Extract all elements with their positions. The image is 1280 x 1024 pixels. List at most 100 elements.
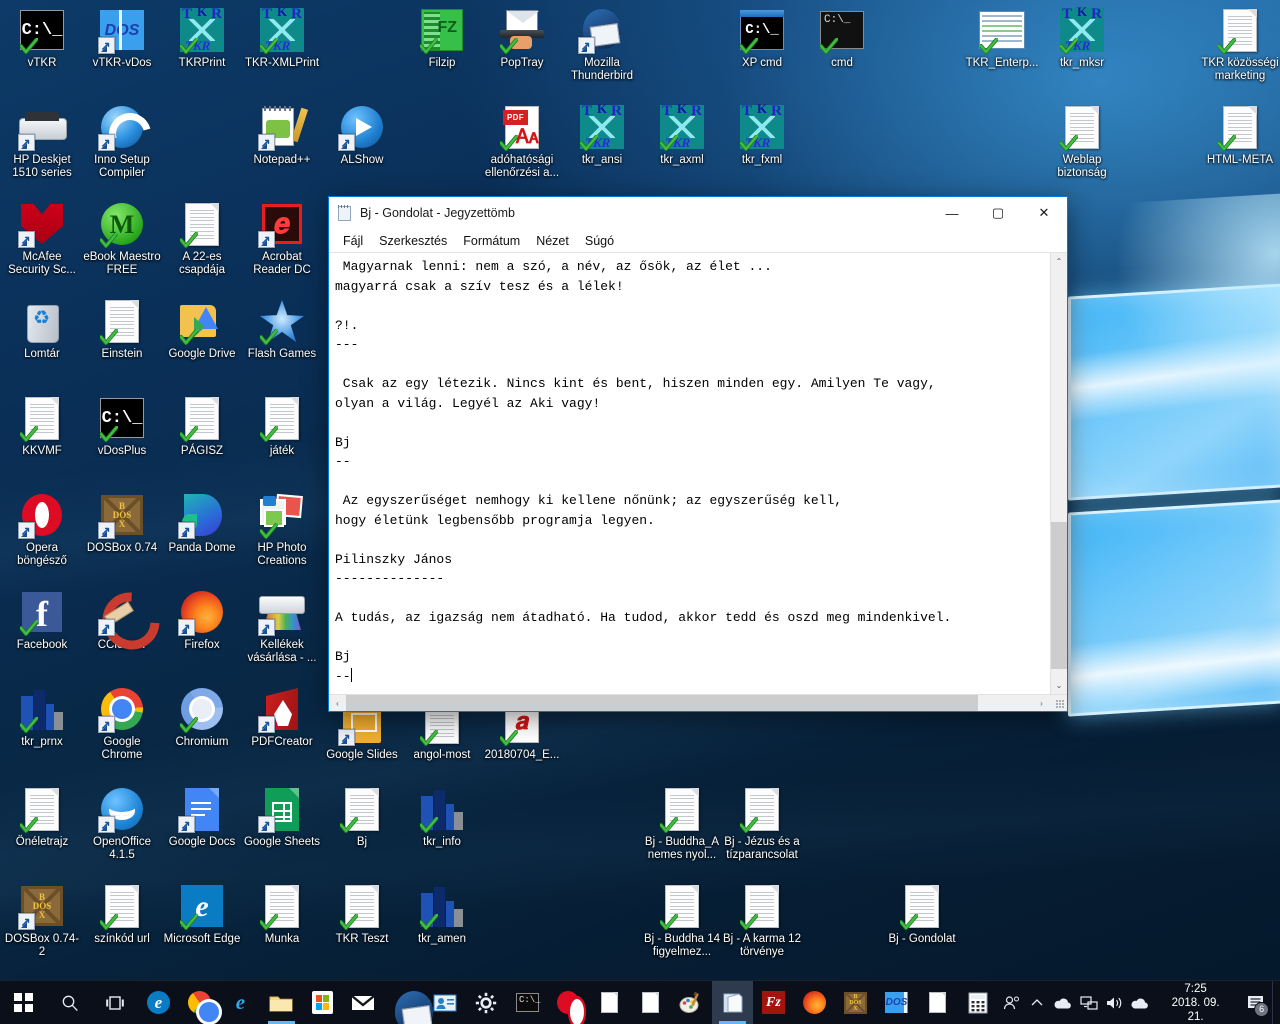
taskbar[interactable]: e e C:\_ Fz B DOS X DOS 7:25 2018. 09. 2… — [0, 980, 1280, 1024]
desktop-icon-pdfcreator[interactable]: ↗ PDFCreator — [242, 685, 322, 749]
taskbar-button-internet-explorer[interactable]: e — [220, 981, 261, 1024]
system-tray[interactable]: 7:25 2018. 09. 21. 6 — [999, 980, 1280, 1024]
desktop-icon-filzip[interactable]: Filzip — [402, 6, 482, 70]
desktop-icon-tkr-mksr[interactable]: T K R TKR tkr_mksr — [1042, 5, 1122, 70]
desktop-icon-microsoft-edge[interactable]: e Microsoft Edge — [162, 882, 242, 946]
taskbar-app-buttons[interactable]: e e C:\_ Fz B DOS X DOS — [138, 981, 999, 1024]
desktop-icon-poptray[interactable]: PopTray — [482, 6, 562, 70]
taskbar-button-document2[interactable] — [917, 981, 958, 1024]
taskbar-button-document[interactable] — [630, 981, 671, 1024]
desktop-icon-tkrprint[interactable]: T K R TKR TKRPrint — [162, 5, 242, 70]
scroll-left-arrow-icon[interactable]: ‹ — [329, 695, 346, 711]
desktop-icon-j-t-k[interactable]: játék — [242, 394, 322, 458]
desktop-icon-n-letrajz[interactable]: Önéletrajz — [2, 785, 82, 849]
desktop-icon-tkr-axml[interactable]: T K R TKR tkr_axml — [642, 102, 722, 167]
horizontal-scroll-thumb[interactable] — [346, 695, 979, 711]
notepad-text-area[interactable]: Magyarnak lenni: nem a szó, a név, az ős… — [329, 253, 1050, 694]
desktop-icon-ad-hat-s-gi-ellen-rz-si-a[interactable]: PDF 🗛 adóhatósági ellenőrzési a... — [482, 103, 562, 180]
desktop-icon-inno-setup-compiler[interactable]: ↗ Inno Setup Compiler — [82, 103, 162, 180]
desktop-icon-vtkr[interactable]: C:\_ vTKR — [2, 6, 82, 70]
desktop-icon-panda-dome[interactable]: ↗ Panda Dome — [162, 491, 242, 555]
taskbar-button-settings[interactable] — [466, 981, 507, 1024]
desktop-icon-bj-buddha-a-nemes-nyol[interactable]: Bj - Buddha_A nemes nyol... — [642, 785, 722, 862]
taskbar-button-file-explorer[interactable] — [261, 981, 302, 1024]
notepad-window[interactable]: Bj - Gondolat - Jegyzettömb — ▢ ✕ Fájl S… — [328, 196, 1068, 712]
desktop-icon-bj-gondolat[interactable]: Bj - Gondolat — [882, 882, 962, 946]
desktop-icon-facebook[interactable]: f Facebook — [2, 588, 82, 652]
taskbar-button-opera[interactable] — [548, 981, 589, 1024]
menu-item-view[interactable]: Nézet — [528, 232, 577, 250]
desktop-icon-bj[interactable]: Bj — [322, 785, 402, 849]
desktop-icon-weblap-biztons-g[interactable]: Weblap biztonság — [1042, 103, 1122, 180]
menu-item-edit[interactable]: Szerkesztés — [371, 232, 455, 250]
desktop-icon-kkvmf[interactable]: KKVMF — [2, 394, 82, 458]
desktop-icon-tkr-enterp[interactable]: TKR_Enterp... — [962, 6, 1042, 70]
desktop-icon-google-sheets[interactable]: ↗ Google Sheets — [242, 785, 322, 849]
desktop-icon-opera-b-ng-sz[interactable]: ↗ Opera böngésző — [2, 491, 82, 568]
desktop-icon-lomt-r[interactable]: Lomtár — [2, 297, 82, 361]
desktop-icon-notepad[interactable]: ↗ Notepad++ — [242, 103, 322, 167]
vertical-scroll-track[interactable] — [1051, 270, 1067, 677]
horizontal-scrollbar[interactable]: ‹ › — [329, 694, 1067, 711]
show-desktop-button[interactable] — [1272, 980, 1278, 1024]
desktop-icon-chromium[interactable]: Chromium — [162, 685, 242, 749]
taskbar-button-vdos[interactable]: DOS — [876, 981, 917, 1024]
desktop-icon-p-gisz[interactable]: PÁGISZ — [162, 394, 242, 458]
taskbar-button-notepad-doc[interactable] — [589, 981, 630, 1024]
desktop-icon-vdosplus[interactable]: C:\_ vDosPlus — [82, 394, 162, 458]
search-button[interactable] — [47, 981, 92, 1024]
taskbar-button-notepad[interactable] — [711, 981, 753, 1024]
desktop-icon-munka[interactable]: Munka — [242, 882, 322, 946]
clock[interactable]: 7:25 2018. 09. 21. — [1153, 981, 1239, 1024]
scroll-down-arrow-icon[interactable]: ⌄ — [1051, 677, 1067, 694]
vertical-scrollbar[interactable]: ⌃ ⌄ — [1050, 253, 1067, 694]
menu-item-file[interactable]: Fájl — [335, 232, 371, 250]
desktop-icon-xp-cmd[interactable]: C:\_ XP cmd — [722, 6, 802, 70]
desktop-icon-bj-j-zus-s-a-t-zparancsolat[interactable]: Bj - Jézus és a tízparancsolat — [722, 785, 802, 862]
desktop-icon-kell-kek-v-s-rl-sa[interactable]: ↗ Kellékek vásárlása - ... — [242, 588, 322, 665]
menu-item-help[interactable]: Súgó — [577, 232, 622, 250]
desktop-icon-html-meta[interactable]: HTML-META — [1200, 103, 1280, 167]
minimize-button[interactable]: — — [929, 198, 975, 229]
start-button[interactable] — [0, 981, 47, 1024]
desktop-icon-tkr-prnx[interactable]: tkr_prnx — [2, 685, 82, 749]
desktop-icon-ebook-maestro-free[interactable]: MeBook Maestro FREE — [82, 200, 162, 277]
taskbar-button-command-prompt[interactable]: C:\_ — [507, 981, 548, 1024]
desktop-icon-hp-deskjet-1510-series[interactable]: ↗ HP Deskjet 1510 series — [2, 103, 82, 180]
desktop-icon-bj-a-karma-12-t-rv-nye[interactable]: Bj - A karma 12 törvénye — [722, 882, 802, 959]
desktop-icon-firefox[interactable]: ↗ Firefox — [162, 588, 242, 652]
desktop-icon-flash-games[interactable]: Flash Games — [242, 297, 322, 361]
volume-icon[interactable] — [1101, 981, 1127, 1024]
desktop-icon-tkr-fxml[interactable]: T K R TKR tkr_fxml — [722, 102, 802, 167]
menu-item-format[interactable]: Formátum — [455, 232, 528, 250]
desktop-icon-cmd[interactable]: C:\_ cmd — [802, 6, 882, 70]
desktop-icon-hp-photo-creations[interactable]: HP Photo Creations — [242, 491, 322, 568]
desktop-icon-tkr-teszt[interactable]: TKR Teszt — [322, 882, 402, 946]
onedrive-icon[interactable] — [1050, 981, 1076, 1024]
show-hidden-icons-button[interactable] — [1025, 981, 1051, 1024]
vertical-scroll-thumb[interactable] — [1051, 522, 1067, 669]
taskbar-button-paint[interactable] — [671, 981, 712, 1024]
taskbar-button-calculator[interactable] — [958, 981, 999, 1024]
taskbar-button-firefox[interactable] — [794, 981, 835, 1024]
taskbar-button-chrome[interactable] — [179, 981, 220, 1024]
action-center-button[interactable]: 6 — [1239, 981, 1272, 1024]
taskbar-button-microsoft-store[interactable] — [302, 981, 343, 1024]
close-button[interactable]: ✕ — [1021, 198, 1067, 229]
desktop-icon-dosbox-0-74[interactable]: B DOS X ↗ DOSBox 0.74 — [82, 491, 162, 555]
scroll-up-arrow-icon[interactable]: ⌃ — [1051, 253, 1067, 270]
maximize-button[interactable]: ▢ — [975, 198, 1021, 229]
taskbar-button-outlook-contacts[interactable] — [425, 981, 466, 1024]
desktop-icon-tkr-amen[interactable]: tkr_amen — [402, 882, 482, 946]
network-icon[interactable] — [1076, 981, 1102, 1024]
horizontal-scroll-track[interactable] — [346, 695, 1033, 711]
desktop-icon-google-chrome[interactable]: ↗ Google Chrome — [82, 685, 162, 762]
desktop-icon-google-drive[interactable]: Google Drive — [162, 297, 242, 361]
desktop-icon-mozilla-thunderbird[interactable]: ↗ Mozilla Thunderbird — [562, 6, 642, 83]
desktop-icon-einstein[interactable]: Einstein — [82, 297, 162, 361]
taskbar-button-edge[interactable]: e — [138, 981, 179, 1024]
notepad-menu-bar[interactable]: Fájl Szerkesztés Formátum Nézet Súgó — [329, 229, 1067, 253]
desktop-icon-sz-nk-d-url[interactable]: színkód url — [82, 882, 162, 946]
taskbar-button-filezilla[interactable]: Fz — [753, 981, 794, 1024]
taskbar-button-dosbox[interactable]: B DOS X — [835, 981, 876, 1024]
